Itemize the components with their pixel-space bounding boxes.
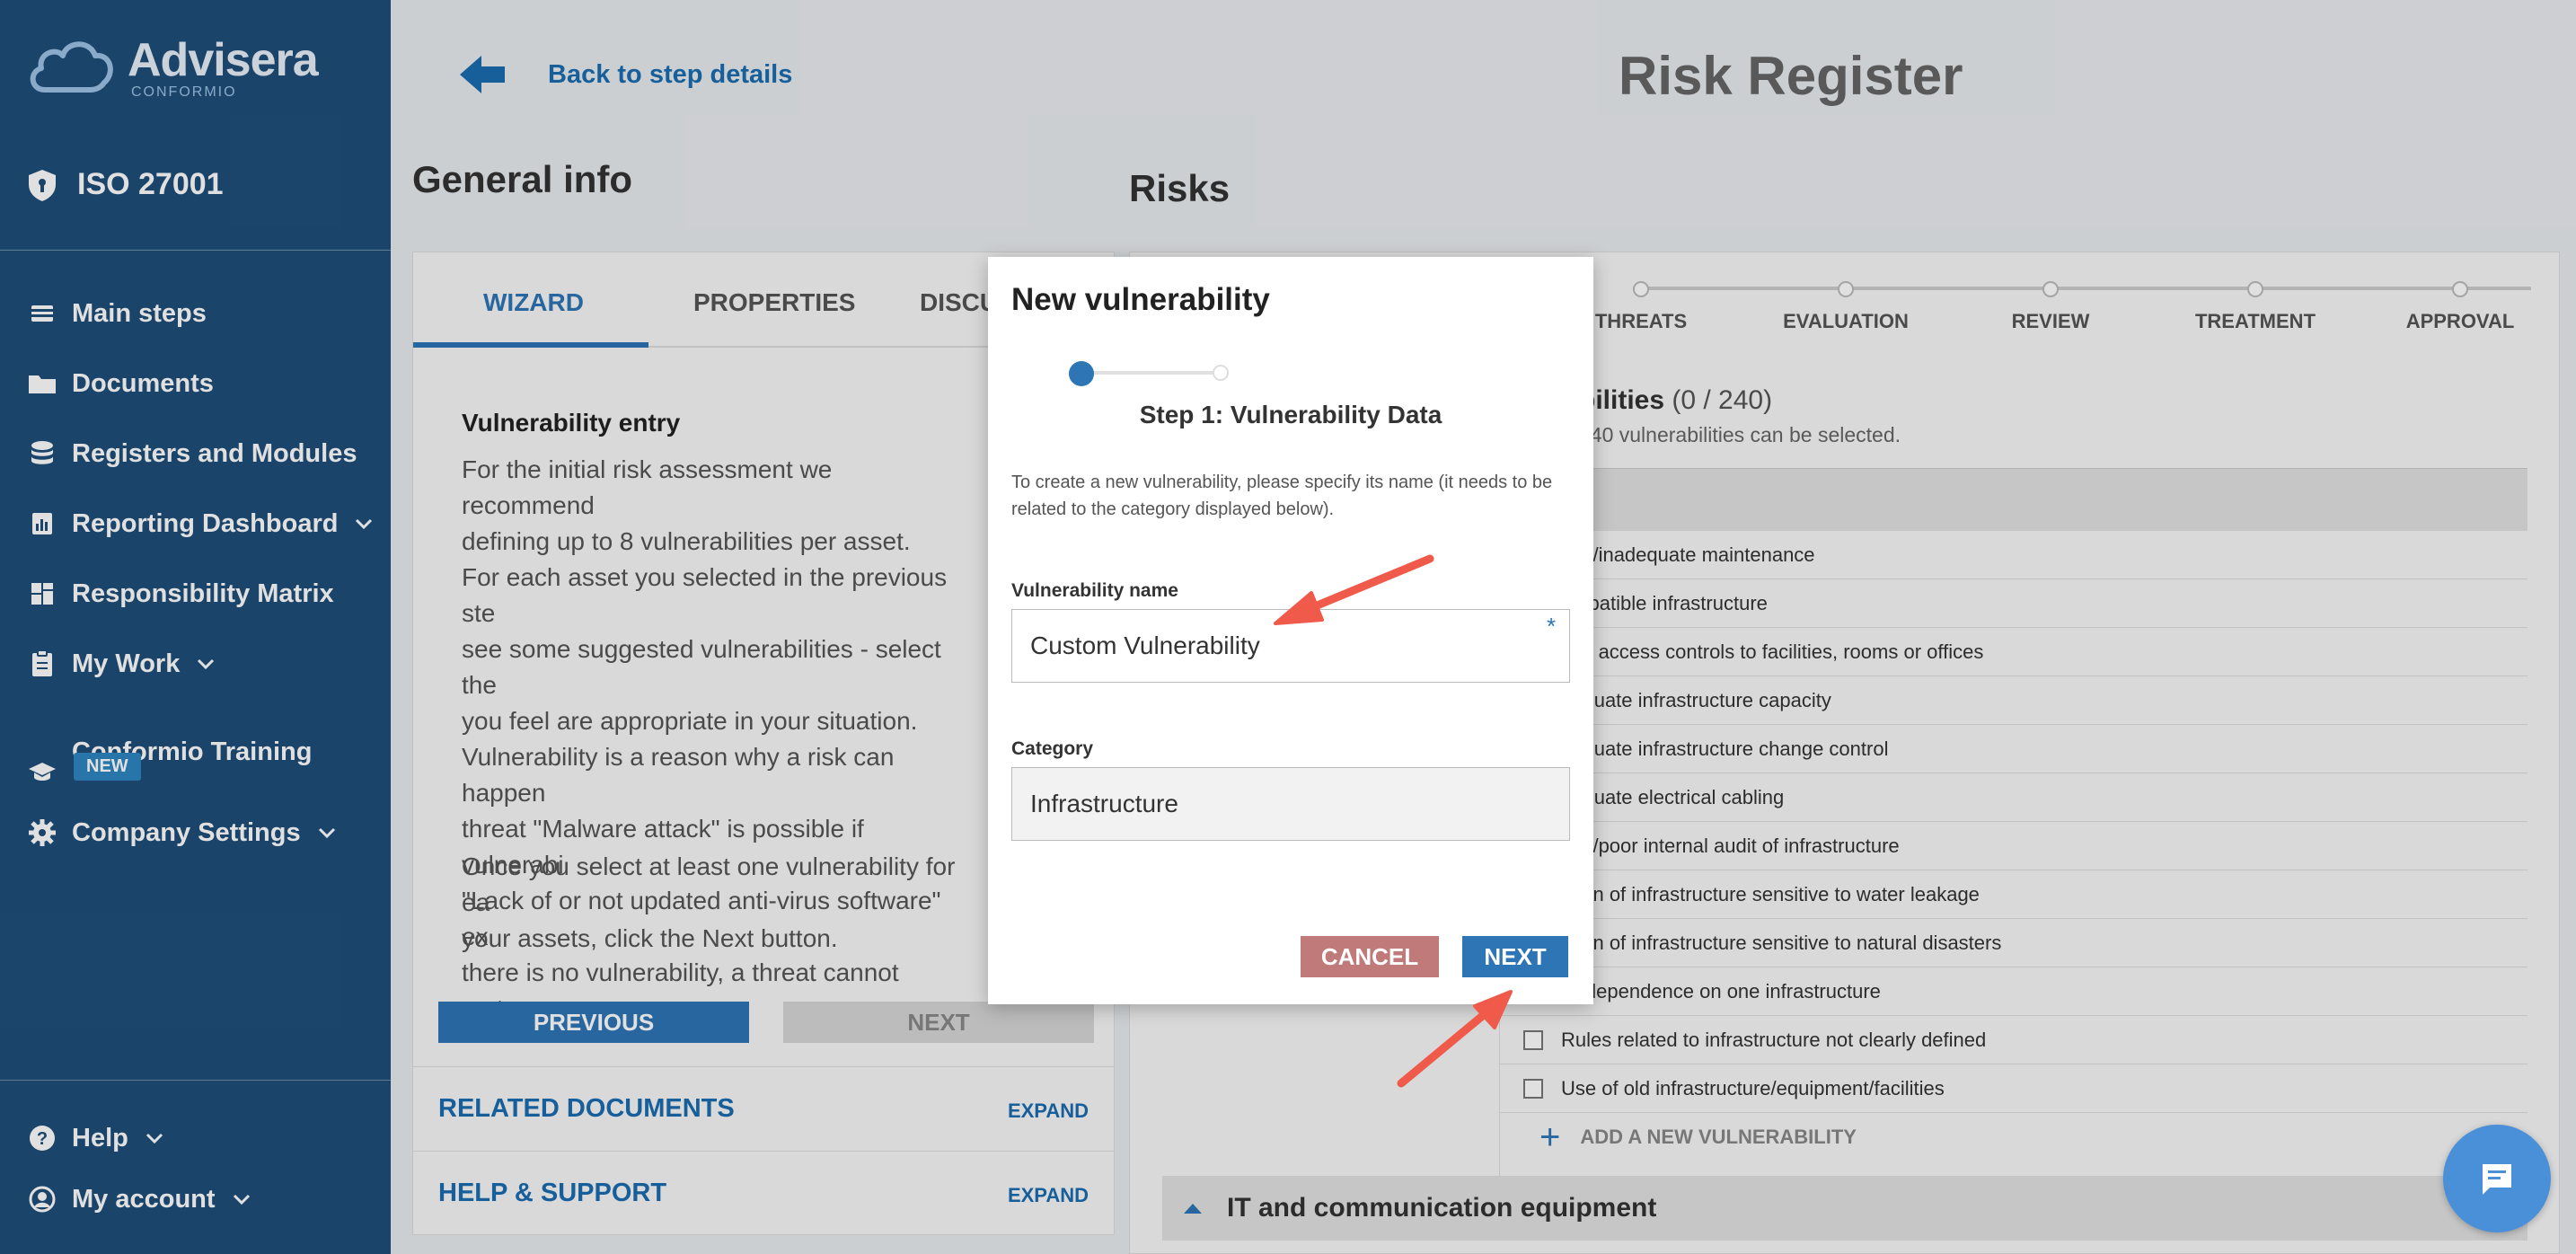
vulnerability-name-input[interactable] [1011,609,1570,683]
new-vulnerability-modal: New vulnerability Step 1: Vulnerability … [988,257,1593,1004]
chat-icon [2483,1164,2511,1195]
modal-title: New vulnerability [1011,282,1270,317]
next-button[interactable]: NEXT [1462,936,1568,977]
category-label: Category [1011,738,1094,759]
category-field[interactable]: Infrastructure [1011,767,1570,841]
modal-description: To create a new vulnerability, please sp… [1011,472,1553,519]
required-indicator: * [1547,613,1557,640]
vulnerability-name-label: Vulnerability name [1011,580,1178,601]
modal-step-dot [1213,365,1229,381]
modal-step-label: Step 1: Vulnerability Data [1139,401,1442,428]
cancel-button[interactable]: CANCEL [1301,936,1439,977]
modal-step-dot-active [1069,361,1094,386]
chat-button[interactable] [2443,1125,2551,1232]
modal-step-track [1081,371,1221,375]
